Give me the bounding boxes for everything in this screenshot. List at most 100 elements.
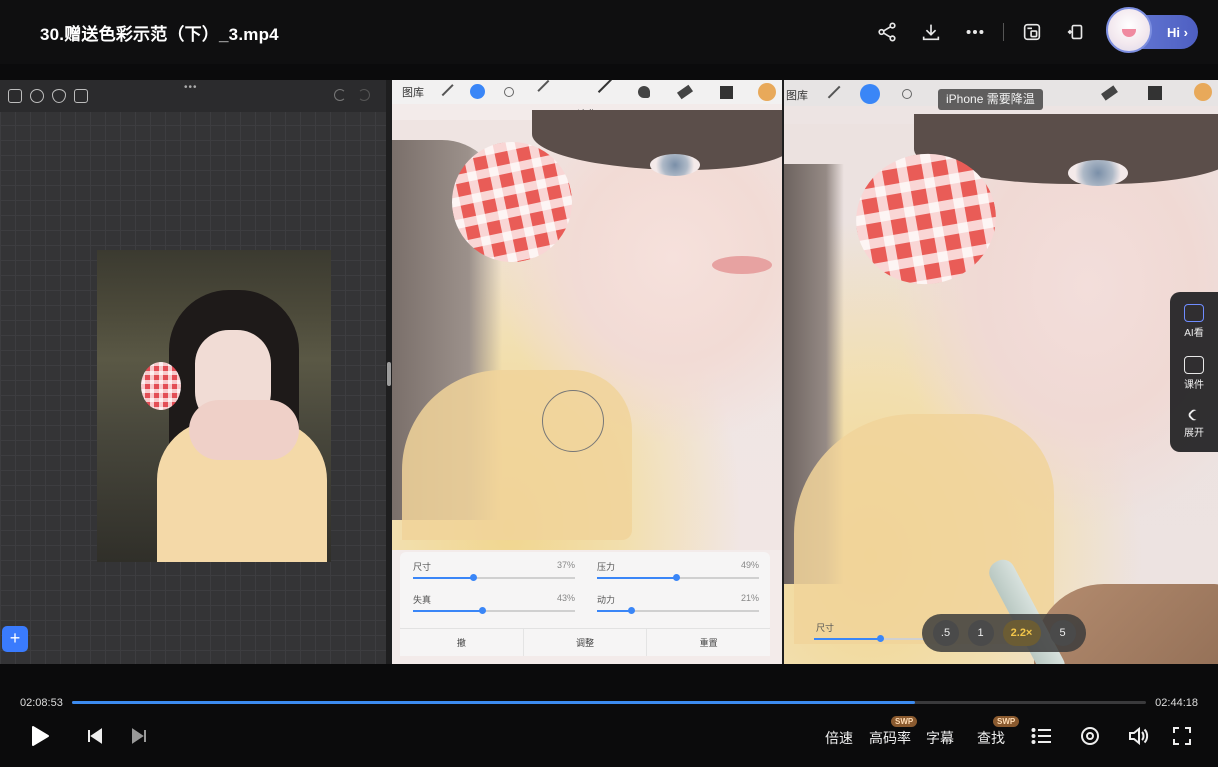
digital-painting: [784, 114, 1218, 664]
video-title: 30.赠送色彩示范（下）_3.mp4: [40, 25, 279, 44]
slider-distortion: 失真 43%: [413, 593, 575, 623]
ai-view-button[interactable]: AI看: [1170, 304, 1218, 339]
slider-value: 21%: [740, 593, 759, 603]
action-undo: 撤: [400, 629, 524, 656]
playlist-button[interactable]: [1030, 720, 1054, 752]
player-controls: 倍速 高码率 SWP 字幕 查找 SWP: [0, 712, 1218, 767]
smudge-icon: [638, 86, 650, 98]
procreate-canvas-right: 图库 iPhone 需要降温 液化 尺寸 .5 1 2.2× 5: [784, 80, 1218, 664]
side-item-label: 课件: [1184, 380, 1204, 391]
wrench-icon: [437, 80, 454, 97]
overheat-toast: iPhone 需要降温: [938, 89, 1043, 110]
settings-icon: [30, 89, 44, 103]
previous-button[interactable]: [84, 720, 106, 752]
zoom-speed-options: .5 1 2.2× 5: [922, 614, 1086, 652]
lock-icon: [74, 89, 88, 103]
assistant-label: Hi: [1167, 24, 1181, 40]
eye-icon: [52, 89, 66, 103]
action-adjust: 调整: [524, 629, 648, 656]
slider-value: 37%: [556, 560, 575, 570]
assistant-button[interactable]: Hi ›: [1106, 7, 1198, 53]
progress-bar[interactable]: [72, 701, 1146, 704]
picture-in-picture-icon[interactable]: [1010, 12, 1054, 52]
download-icon[interactable]: [909, 12, 953, 52]
home-icon: [8, 89, 22, 103]
adjust-icon: [860, 84, 880, 104]
chevron-left-icon: [1186, 407, 1202, 423]
gallery-label: 图库: [402, 87, 424, 99]
next-button[interactable]: [128, 720, 150, 752]
slider-value: 43%: [556, 593, 575, 603]
eraser-icon: [1101, 85, 1118, 101]
slider-momentum: 动力 21%: [597, 593, 759, 623]
slider-size: 尺寸 37%: [413, 560, 575, 590]
quality-button[interactable]: 高码率: [869, 728, 911, 748]
side-item-label: 展开: [1184, 428, 1204, 439]
brush-cursor: [542, 390, 604, 452]
slider-label: 尺寸: [816, 623, 835, 633]
action-reset: 重置: [699, 638, 718, 648]
ai-view-icon: [1184, 304, 1204, 322]
list-icon: [1031, 728, 1051, 744]
more-icon[interactable]: [953, 12, 997, 52]
slider-pressure: 压力 49%: [597, 560, 759, 590]
transform-icon: [537, 80, 554, 97]
speed-option: .5: [932, 620, 959, 646]
adjust-icon: [470, 84, 485, 99]
eraser-icon: [676, 84, 694, 100]
target-icon: [1081, 727, 1099, 745]
slider-size: [814, 635, 924, 642]
liquify-sliders: 尺寸 37% 压力 49% 失真 43% 动力 21%: [400, 552, 770, 632]
color-swatch: [758, 83, 776, 101]
play-button[interactable]: [26, 720, 54, 752]
procreate-canvas-left: 图库 液化 尺寸 37%: [392, 80, 782, 664]
swp-badge: SWP: [993, 716, 1020, 727]
mini-window-icon[interactable]: [1054, 12, 1098, 52]
volume-icon: [1129, 726, 1149, 746]
fullscreen-icon: [1173, 727, 1191, 745]
selection-icon: [902, 89, 912, 99]
gallery-label: 图库: [786, 90, 808, 102]
reference-toolbar: •••: [0, 80, 386, 112]
reference-photo: [97, 250, 331, 562]
wrench-icon: [823, 81, 841, 99]
courseware-button[interactable]: 课件: [1170, 356, 1218, 391]
volume-button[interactable]: [1126, 720, 1150, 752]
toolbar-divider: [1003, 23, 1004, 41]
skip-back-icon: [88, 728, 102, 744]
playback-speed-button[interactable]: 倍速: [825, 728, 853, 748]
side-panel: AI看 课件 展开: [1170, 292, 1218, 452]
search-button[interactable]: 查找: [977, 728, 1005, 748]
slider-label: 失真: [413, 595, 432, 605]
video-frame[interactable]: ••• + 图库 液化: [0, 80, 1218, 664]
add-button: +: [2, 626, 28, 652]
side-item-label: AI看: [1184, 328, 1204, 339]
swp-badge: SWP: [891, 716, 918, 727]
undo-icon: [334, 89, 346, 101]
assistant-avatar: [1106, 7, 1152, 53]
courseware-icon: [1184, 356, 1204, 374]
liquify-actions: 撤 调整 重置: [400, 628, 770, 656]
fullscreen-button[interactable]: [1170, 720, 1194, 752]
record-button[interactable]: [1078, 720, 1102, 752]
top-actions: Hi ›: [865, 7, 1198, 53]
expand-button[interactable]: 展开: [1170, 406, 1218, 439]
selection-icon: [504, 87, 514, 97]
brush-icon: [597, 80, 617, 98]
share-icon[interactable]: [865, 12, 909, 52]
subtitle-button[interactable]: 字幕: [926, 728, 954, 748]
top-bar: 30.赠送色彩示范（下）_3.mp4 Hi ›: [0, 0, 1218, 64]
current-time: 02:08:53: [20, 697, 63, 709]
skip-forward-icon: [132, 728, 146, 744]
chevron-right-icon: ›: [1180, 24, 1188, 40]
speed-option-selected: 2.2×: [1002, 620, 1041, 646]
layers-icon: [1148, 86, 1162, 100]
digital-painting: [392, 110, 782, 550]
progress-fill: [72, 701, 916, 704]
drag-handle: •••: [184, 82, 198, 93]
speed-option: 1: [967, 620, 994, 646]
slider-label: 动力: [597, 595, 616, 605]
reference-panel: ••• +: [0, 80, 386, 664]
slider-label: 压力: [597, 562, 616, 572]
redo-icon: [358, 89, 370, 101]
